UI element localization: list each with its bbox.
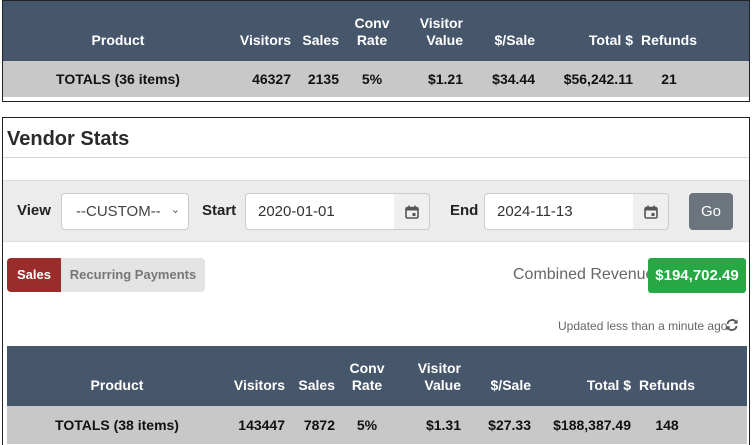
totals-sales: 2135 <box>307 71 339 87</box>
col-header-visitors[interactable]: Visitors <box>233 1 295 61</box>
table-header-row: Product Visitors Sales Conv Rate Visitor V… <box>7 346 747 406</box>
col-header-conv-rate[interactable]: Conv Rate <box>343 1 401 61</box>
col-header-spacer <box>701 1 749 61</box>
view-select-value: --CUSTOM-- <box>76 203 161 220</box>
combined-revenue-label: Combined Revenue: <box>513 266 659 283</box>
totals-product: TOTALS (38 items) <box>55 417 179 433</box>
top-stats-table: Product Visitors Sales Conv Rate Visitor V… <box>3 1 749 97</box>
title-divider <box>3 157 749 158</box>
col-header-total[interactable]: Total $ <box>539 1 637 61</box>
col-header-total[interactable]: Total $ <box>535 346 635 406</box>
go-button[interactable]: Go <box>689 193 733 230</box>
combined-revenue-badge: $194,702.49 <box>648 258 746 293</box>
view-select[interactable]: --CUSTOM-- ⌄ <box>61 193 189 230</box>
totals-product: TOTALS (36 items) <box>56 71 180 87</box>
tab-recurring-payments[interactable]: Recurring Payments <box>61 258 205 292</box>
col-header-product[interactable]: Product <box>3 1 233 61</box>
col-header-refunds[interactable]: Refunds <box>635 346 699 406</box>
totals-total: $56,242.11 <box>563 71 633 87</box>
col-header-refunds[interactable]: Refunds <box>637 1 701 61</box>
view-label: View <box>17 202 51 219</box>
start-calendar-button[interactable] <box>394 193 430 230</box>
col-header-sales[interactable]: Sales <box>289 346 339 406</box>
tab-sales[interactable]: Sales <box>7 258 61 292</box>
page-title: Vendor Stats <box>7 128 130 150</box>
col-header-label: Conv <box>349 360 385 376</box>
totals-total: $188,387.49 <box>553 417 631 433</box>
col-header-per-sale[interactable]: $/Sale <box>465 346 535 406</box>
col-header-label: Rate <box>356 32 388 48</box>
updated-status: Updated less than a minute ago <box>558 319 728 333</box>
table-header-row: Product Visitors Sales Conv Rate Visitor V… <box>3 1 749 61</box>
totals-per-sale: $34.44 <box>492 71 535 87</box>
col-header-product[interactable]: Product <box>7 346 227 406</box>
col-header-per-sale[interactable]: $/Sale <box>467 1 539 61</box>
col-header-visitor-value[interactable]: Visitor Value <box>395 346 465 406</box>
totals-visitors: 46327 <box>252 71 291 87</box>
col-header-sales[interactable]: Sales <box>295 1 343 61</box>
col-header-label: Visitor <box>419 15 463 31</box>
calendar-icon <box>644 205 658 219</box>
end-date-input[interactable]: 2024-11-13 <box>484 193 634 230</box>
col-header-spacer <box>699 346 747 406</box>
col-header-label: Value <box>426 32 463 48</box>
totals-per-sale: $27.33 <box>488 417 531 433</box>
totals-visitors: 143447 <box>238 417 285 433</box>
start-label: Start <box>202 202 237 219</box>
totals-sales: 7872 <box>303 417 335 433</box>
totals-spacer <box>699 406 747 444</box>
totals-visitor-value: $1.31 <box>425 417 461 433</box>
col-header-conv-rate[interactable]: Conv Rate <box>339 346 395 406</box>
refresh-button[interactable] <box>725 318 739 337</box>
end-calendar-button[interactable] <box>633 193 669 230</box>
vendor-stats-table-wrap: Product Visitors Sales Conv Rate Visitor V… <box>7 346 747 444</box>
col-header-visitors[interactable]: Visitors <box>227 346 289 406</box>
vendor-stats-panel: Vendor Stats View --CUSTOM-- ⌄ Start 202… <box>2 117 750 445</box>
chevron-down-icon: ⌄ <box>170 204 180 216</box>
col-header-label: Value <box>424 377 461 393</box>
totals-visitor-value: $1.21 <box>427 71 463 87</box>
start-date-input[interactable]: 2020-01-01 <box>245 193 395 230</box>
filter-bar: View --CUSTOM-- ⌄ Start 2020-01-01 End 2… <box>3 180 749 242</box>
calendar-icon <box>405 205 419 219</box>
totals-conv-rate: 5% <box>356 417 378 433</box>
totals-row: TOTALS (38 items) 143447 7872 5% $1.31 $… <box>7 406 747 444</box>
totals-conv-rate: 5% <box>361 71 383 87</box>
col-header-label: Visitor <box>417 360 461 376</box>
vendor-stats-table: Product Visitors Sales Conv Rate Visitor V… <box>7 346 747 444</box>
totals-refunds: 148 <box>655 417 679 433</box>
col-header-visitor-value[interactable]: Visitor Value <box>401 1 467 61</box>
totals-row: TOTALS (36 items) 46327 2135 5% $1.21 $3… <box>3 61 749 97</box>
totals-refunds: 21 <box>661 71 677 87</box>
refresh-icon <box>726 319 738 331</box>
col-header-label: Conv <box>354 15 390 31</box>
top-stats-panel: Product Visitors Sales Conv Rate Visitor V… <box>2 0 750 102</box>
col-header-label: Rate <box>351 377 383 393</box>
totals-spacer <box>701 61 749 97</box>
end-label: End <box>450 202 479 219</box>
